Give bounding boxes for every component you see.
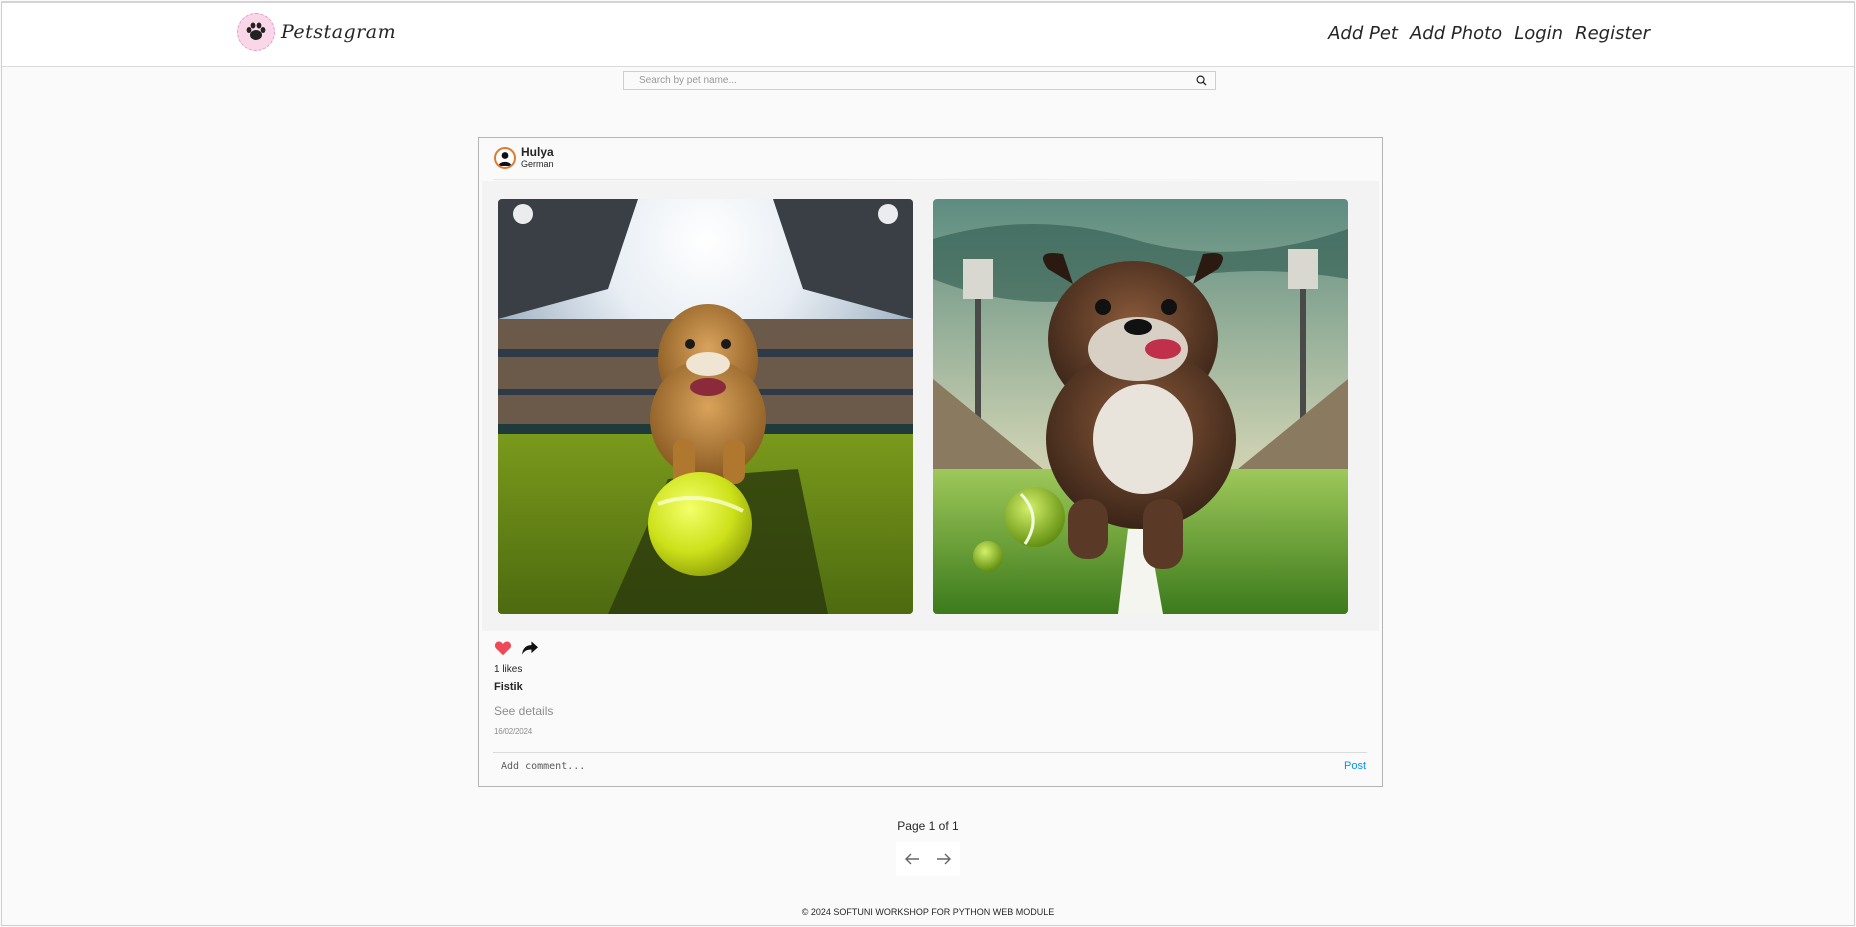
pet-photo-2[interactable] [933,199,1348,614]
photo-gallery [482,181,1379,631]
pet-photo-1[interactable] [498,199,913,614]
comment-input[interactable] [493,760,1344,772]
likes-count: 1 likes [494,664,523,675]
owner-name: Hulya [521,145,554,159]
post-owner[interactable]: Hulya German [494,145,554,170]
arrow-right-icon[interactable] [936,852,952,866]
nav-register[interactable]: Register [1575,23,1650,44]
pagination-status: Page 1 of 1 [897,819,959,833]
post-comment-button[interactable]: Post [1344,760,1367,772]
nav-login[interactable]: Login [1514,23,1563,44]
heart-icon[interactable] [494,640,512,656]
search-bar [623,71,1216,90]
header-divider [493,179,1333,180]
post-card: Hulya German 1 likes Fistik See details … [478,137,1383,787]
search-icon[interactable] [1187,72,1215,89]
brand-name: Petstagram [281,21,397,43]
share-arrow-icon[interactable] [521,640,539,656]
pagination-controls [896,842,960,876]
see-details-link[interactable]: See details [494,704,553,718]
comment-form: Post [493,752,1367,779]
post-actions [494,640,539,656]
nav-add-photo[interactable]: Add Photo [1410,23,1502,44]
main-nav: Add Pet Add Photo Login Register [1328,23,1650,44]
nav-add-pet[interactable]: Add Pet [1328,23,1398,44]
user-silhouette-icon [494,146,516,169]
footer-copyright: © 2024 SOFTUNI WORKSHOP FOR PYTHON WEB M… [801,907,1055,917]
top-navbar: Petstagram Add Pet Add Photo Login Regis… [2,3,1854,67]
search-input[interactable] [624,72,1187,89]
owner-subtitle: German [521,159,554,169]
pet-name: Fistik [494,681,523,693]
brand-logo[interactable]: Petstagram [237,13,396,51]
paw-icon [237,13,275,51]
post-date: 16/02/2024 [494,727,533,736]
arrow-left-icon[interactable] [904,852,920,866]
